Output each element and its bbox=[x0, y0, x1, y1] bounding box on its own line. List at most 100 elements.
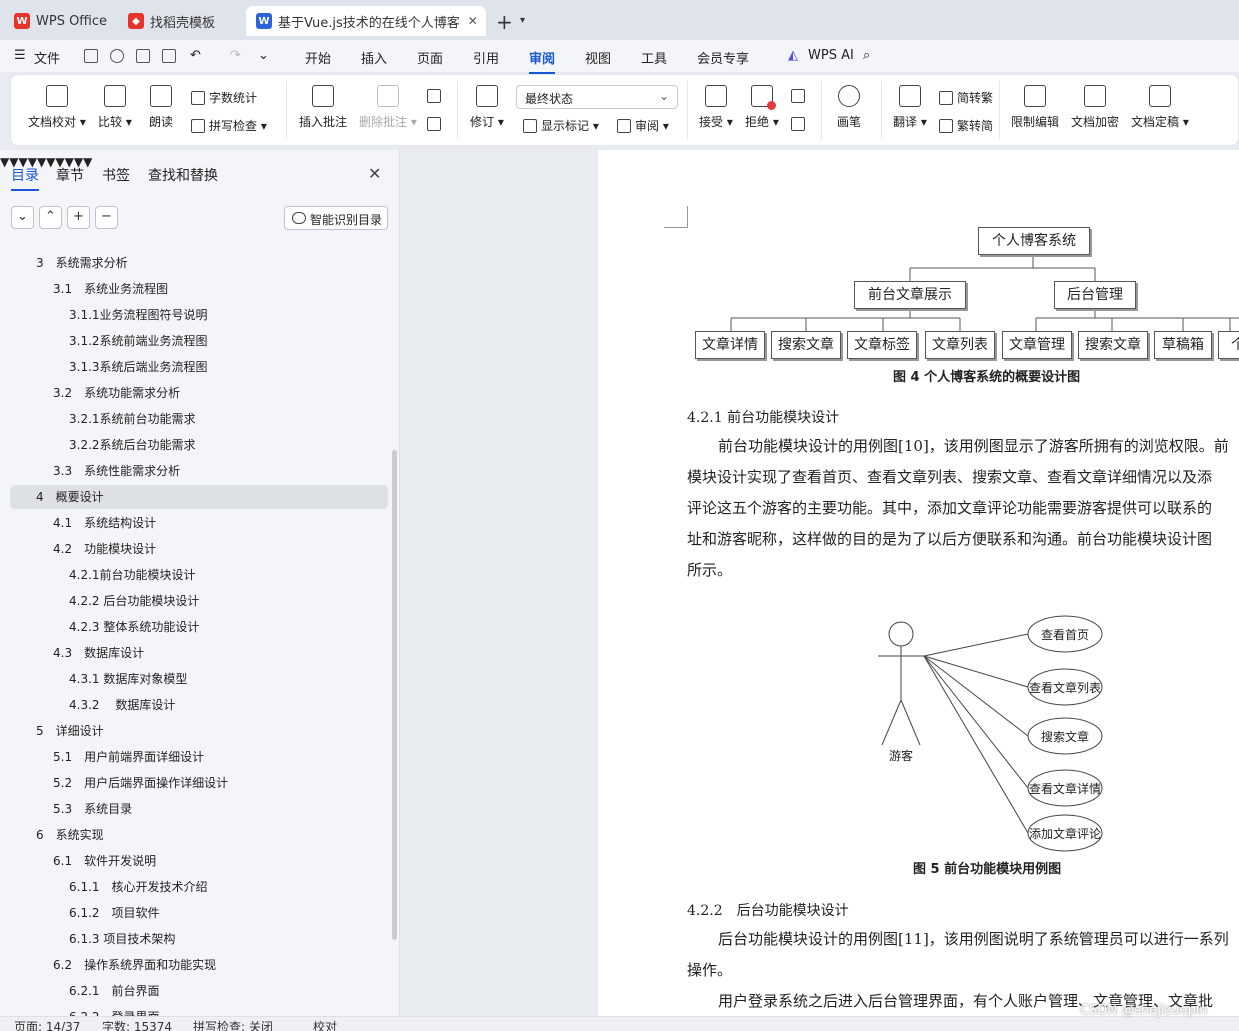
menu-file[interactable]: 文件 bbox=[34, 48, 60, 67]
redo-icon[interactable]: ↷ bbox=[230, 48, 241, 63]
toc-item[interactable]: 5 详细设计 bbox=[36, 719, 104, 743]
encrypt-button[interactable]: 文档加密 bbox=[1071, 85, 1119, 130]
prev-comment-icon[interactable] bbox=[427, 89, 445, 103]
toc-item[interactable]: 6.1.2 项目软件 bbox=[69, 901, 160, 925]
toc-item[interactable]: 3.1.3系统后端业务流程图 bbox=[69, 355, 208, 379]
compare-button[interactable]: 比较 ▾ bbox=[98, 85, 132, 130]
expand-down-button[interactable]: ⌄ bbox=[11, 206, 34, 229]
toc-toggle-icon[interactable]: ▼ bbox=[0, 155, 9, 169]
read-aloud-button[interactable]: 朗读 bbox=[149, 85, 173, 130]
toc-item[interactable]: 3.3 系统性能需求分析 bbox=[53, 459, 180, 483]
remove-heading-button[interactable]: − bbox=[95, 206, 118, 229]
review-pane-button[interactable]: 审阅 ▾ bbox=[617, 117, 669, 134]
search-icon[interactable]: ⌕ bbox=[863, 48, 870, 63]
nav-tab-toc[interactable]: 目录 bbox=[11, 165, 39, 191]
trad-to-simp-button[interactable]: 繁转简 bbox=[939, 117, 993, 134]
next-comment-icon[interactable] bbox=[427, 117, 445, 131]
simp-to-trad-button[interactable]: 简转繁 bbox=[939, 89, 993, 106]
menu-page[interactable]: 页面 bbox=[417, 48, 443, 67]
toc-item[interactable]: 4.2.2 后台功能模块设计 bbox=[69, 589, 199, 613]
show-markup-button[interactable]: 显示标记 ▾ bbox=[523, 117, 599, 134]
toc-toggle-icon[interactable]: ▼ bbox=[83, 155, 92, 169]
restrict-edit-button[interactable]: 限制编辑 bbox=[1011, 85, 1059, 130]
undo-icon[interactable]: ↶ bbox=[190, 48, 201, 63]
encrypt-icon bbox=[1084, 85, 1106, 107]
toc-item[interactable]: 4.3 数据库设计 bbox=[53, 641, 144, 665]
print-icon[interactable] bbox=[136, 49, 150, 63]
doc-check-button[interactable]: 文档校对 ▾ bbox=[28, 85, 86, 130]
close-panel-icon[interactable]: ✕ bbox=[368, 164, 381, 183]
toc-item[interactable]: 3.1.1业务流程图符号说明 bbox=[69, 303, 208, 327]
toc-item[interactable]: 3.2.2系统后台功能需求 bbox=[69, 433, 196, 457]
toc-item[interactable]: 6.2.1 前台界面 bbox=[69, 979, 160, 1003]
document-page[interactable]: 个人博客系统 前台文章展示 后台管理 文章详情 搜索文章 文章标签 文章列表 文… bbox=[598, 150, 1239, 1016]
toc-item[interactable]: 4 概要设计 bbox=[36, 485, 104, 509]
tab-docer-templates[interactable]: ◆ 找稻壳模板 bbox=[118, 6, 242, 36]
tab-wps-office[interactable]: W WPS Office bbox=[4, 6, 112, 36]
toc-item[interactable]: 6.1.3 项目技术架构 bbox=[69, 927, 175, 951]
menu-start[interactable]: 开始 bbox=[305, 48, 331, 67]
save-icon[interactable] bbox=[84, 49, 98, 63]
toc-item[interactable]: 5.2 用户后端界面操作详细设计 bbox=[53, 771, 228, 795]
hamburger-icon[interactable]: ☰ bbox=[14, 48, 26, 63]
toc-item[interactable]: 4.2.3 整体系统功能设计 bbox=[69, 615, 199, 639]
nav-scrollbar[interactable] bbox=[392, 450, 397, 940]
menu-insert[interactable]: 插入 bbox=[361, 48, 387, 67]
toc-item[interactable]: 4.1 系统结构设计 bbox=[53, 511, 156, 535]
share-icon[interactable] bbox=[110, 49, 124, 63]
toc-item[interactable]: 3.1.2系统前端业务流程图 bbox=[69, 329, 208, 353]
toc-item[interactable]: 6.1 软件开发说明 bbox=[53, 849, 156, 873]
toc-item[interactable]: 3.2 系统功能需求分析 bbox=[53, 381, 180, 405]
menu-review[interactable]: 审阅 bbox=[529, 48, 556, 74]
menu-reference[interactable]: 引用 bbox=[473, 48, 499, 67]
insert-comment-button[interactable]: 插入批注 bbox=[299, 85, 347, 130]
nav-tab-sections[interactable]: 章节 bbox=[56, 165, 84, 185]
word-count-button[interactable]: 字数统计 bbox=[191, 89, 257, 106]
add-heading-button[interactable]: + bbox=[67, 206, 90, 229]
tab-close-icon[interactable]: ✕ bbox=[468, 14, 478, 28]
writer-logo-icon: W bbox=[256, 13, 272, 29]
prev-change-icon[interactable] bbox=[791, 89, 809, 103]
menu-view[interactable]: 视图 bbox=[585, 48, 611, 67]
toc-item[interactable]: 3.1 系统业务流程图 bbox=[53, 277, 168, 301]
translate-button[interactable]: 翻译 ▾ bbox=[893, 85, 927, 130]
toc-item[interactable]: 6.2 操作系统界面和功能实现 bbox=[53, 953, 216, 977]
toc-item[interactable]: 4.2.1前台功能模块设计 bbox=[69, 563, 196, 587]
revise-button[interactable]: 修订 ▾ bbox=[470, 85, 504, 130]
markup-state-select[interactable]: 最终状态 ⌄ bbox=[516, 85, 678, 109]
toc-item[interactable]: 6 系统实现 bbox=[36, 823, 104, 847]
chevron-down-icon[interactable]: ▾ bbox=[520, 15, 525, 26]
smart-toc-button[interactable]: 智能识别目录 bbox=[284, 206, 388, 230]
word-count-indicator[interactable]: 字数: 15374 bbox=[102, 1018, 172, 1031]
menu-tools[interactable]: 工具 bbox=[641, 48, 667, 67]
print-preview-icon[interactable] bbox=[162, 49, 176, 63]
more-chevron-icon[interactable]: ⌄ bbox=[258, 48, 269, 63]
toc-item[interactable]: 4.2 功能模块设计 bbox=[53, 537, 156, 561]
toc-item[interactable]: 6.1.1 核心开发技术介绍 bbox=[69, 875, 208, 899]
menu-bar: ☰ 文件 ↶ ↷ ⌄ 开始 插入 页面 引用 审阅 视图 工具 会员专享 ◭ W… bbox=[0, 40, 1239, 74]
spell-check-button[interactable]: 拼写检查 ▾ bbox=[191, 117, 267, 134]
toc-item[interactable]: 4.3.2 数据库设计 bbox=[69, 693, 175, 717]
toc-item[interactable]: 5.1 用户前端界面详细设计 bbox=[53, 745, 204, 769]
menu-member[interactable]: 会员专享 bbox=[697, 48, 749, 67]
next-change-icon[interactable] bbox=[791, 117, 809, 131]
page-indicator[interactable]: 页面: 14/37 bbox=[14, 1018, 80, 1031]
nav-tab-find-replace[interactable]: 查找和替换 bbox=[148, 165, 218, 185]
finalize-button[interactable]: 文档定稿 ▾ bbox=[1131, 85, 1189, 130]
menu-wps-ai[interactable]: WPS AI bbox=[808, 48, 854, 63]
toc-item[interactable]: 3.2.1系统前台功能需求 bbox=[69, 407, 196, 431]
toc-item[interactable]: 4.3.1 数据库对象模型 bbox=[69, 667, 187, 691]
delete-comment-button[interactable]: 删除批注 ▾ bbox=[359, 85, 417, 130]
restrict-edit-label: 限制编辑 bbox=[1011, 115, 1060, 129]
spell-check-indicator[interactable]: 拼写检查: 关闭 bbox=[193, 1018, 273, 1031]
accept-button[interactable]: 接受 ▾ bbox=[699, 85, 733, 130]
nav-tab-bookmarks[interactable]: 书签 bbox=[102, 165, 130, 185]
tab-document[interactable]: W 基于Vue.js技术的在线个人博客 ✕ bbox=[246, 6, 486, 36]
toc-item[interactable]: 3 系统需求分析 bbox=[36, 251, 128, 275]
proofread-indicator[interactable]: 校对 bbox=[313, 1018, 337, 1031]
reject-button[interactable]: 拒绝 ▾ bbox=[745, 85, 779, 130]
new-tab-icon[interactable]: + bbox=[496, 10, 513, 34]
ink-button[interactable]: 画笔 bbox=[837, 85, 861, 130]
toc-item[interactable]: 5.3 系统目录 bbox=[53, 797, 132, 821]
collapse-up-button[interactable]: ⌃ bbox=[39, 206, 62, 229]
